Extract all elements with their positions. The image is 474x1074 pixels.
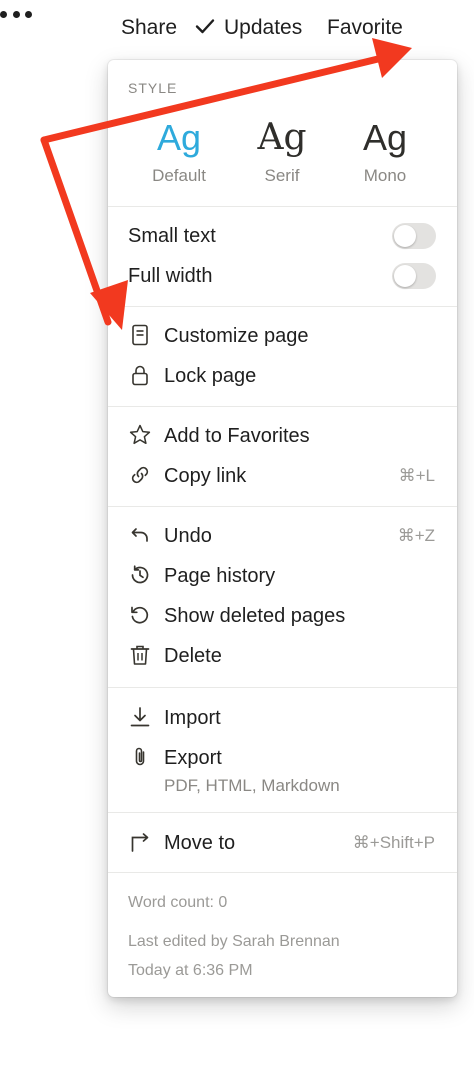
menu-item-delete[interactable]: Delete — [108, 636, 457, 676]
full-width-row[interactable]: Full width — [108, 256, 457, 296]
menu-divider — [108, 206, 457, 207]
menu-item-label: Copy link — [164, 465, 247, 487]
menu-item-label: Export — [164, 747, 222, 769]
menu-divider — [108, 406, 457, 407]
link-icon — [128, 463, 152, 487]
small-text-row[interactable]: Small text — [108, 216, 457, 256]
export-formats: PDF, HTML, Markdown — [164, 776, 340, 795]
style-preview-serif: Ag — [257, 117, 307, 158]
trash-icon — [128, 643, 152, 667]
small-text-toggle[interactable] — [392, 223, 436, 249]
menu-item-label: Undo — [164, 525, 212, 547]
style-preview-mono: Ag — [362, 117, 408, 158]
menu-divider — [108, 872, 457, 873]
menu-item-add-to-favorites[interactable]: Add to Favorites — [108, 416, 457, 456]
more-options-icon[interactable] — [0, 0, 32, 28]
menu-item-label: Show deleted pages — [164, 605, 346, 627]
checkmark-icon — [194, 15, 216, 37]
full-width-toggle[interactable] — [392, 263, 436, 289]
menu-item-label: Add to Favorites — [164, 425, 310, 447]
star-icon — [128, 423, 152, 447]
download-icon — [128, 705, 152, 729]
menu-item-lock-page[interactable]: Lock page — [108, 356, 457, 396]
share-button[interactable]: Share — [121, 14, 177, 42]
menu-divider — [108, 687, 457, 688]
menu-divider — [108, 506, 457, 507]
menu-item-label: Customize page — [164, 325, 309, 347]
menu-item-label: Import — [164, 707, 221, 729]
menu-divider — [108, 812, 457, 813]
menu-item-undo[interactable]: Undo ⌘+Z — [108, 516, 457, 556]
menu-item-label: Lock page — [164, 365, 257, 387]
style-option-serif[interactable]: Ag Serif — [237, 116, 327, 186]
menu-item-label: Delete — [164, 645, 222, 667]
menu-item-show-deleted-pages[interactable]: Show deleted pages — [108, 596, 457, 636]
menu-item-import[interactable]: Import — [108, 698, 457, 738]
history-icon — [128, 563, 152, 587]
document-icon — [128, 323, 152, 347]
style-heading: STYLE — [128, 80, 178, 96]
menu-item-label: Page history — [164, 565, 276, 587]
menu-item-customize-page[interactable]: Customize page — [108, 316, 457, 356]
favorite-button[interactable]: Favorite — [327, 14, 403, 42]
shortcut-hint: ⌘+Z — [397, 526, 435, 545]
menu-item-page-history[interactable]: Page history — [108, 556, 457, 596]
updates-button[interactable]: Updates — [194, 14, 302, 42]
page-options-menu: STYLE Ag Default Ag Serif Ag Mono Small … — [108, 60, 457, 997]
paperclip-icon — [128, 745, 152, 769]
style-label-default: Default — [152, 166, 206, 185]
menu-divider — [108, 306, 457, 307]
last-edited-by: Last edited by Sarah Brennan — [128, 933, 340, 950]
lock-icon — [128, 363, 152, 387]
menu-item-move-to[interactable]: Move to ⌘+Shift+P — [108, 823, 457, 863]
word-count: Word count: 0 — [128, 894, 228, 911]
menu-item-export[interactable]: Export PDF, HTML, Markdown — [108, 738, 457, 812]
last-edited-time: Today at 6:36 PM — [128, 962, 253, 979]
updates-label: Updates — [224, 16, 303, 39]
annotation-arrow-down — [40, 136, 112, 326]
shortcut-hint: ⌘+L — [398, 466, 435, 485]
style-preview-default: Ag — [156, 117, 202, 158]
menu-item-label: Move to — [164, 832, 236, 854]
restore-icon — [128, 603, 152, 627]
shortcut-hint: ⌘+Shift+P — [352, 833, 435, 852]
style-label-mono: Mono — [363, 166, 407, 185]
undo-icon — [128, 523, 152, 547]
style-option-mono[interactable]: Ag Mono — [340, 116, 430, 186]
menu-item-copy-link[interactable]: Copy link ⌘+L — [108, 456, 457, 496]
move-arrow-icon — [128, 830, 152, 854]
page-topbar: Share Updates Favorite — [0, 0, 474, 56]
style-option-default[interactable]: Ag Default — [134, 116, 224, 186]
full-width-label: Full width — [128, 265, 213, 287]
style-label-serif: Serif — [264, 166, 300, 185]
small-text-label: Small text — [128, 225, 216, 247]
